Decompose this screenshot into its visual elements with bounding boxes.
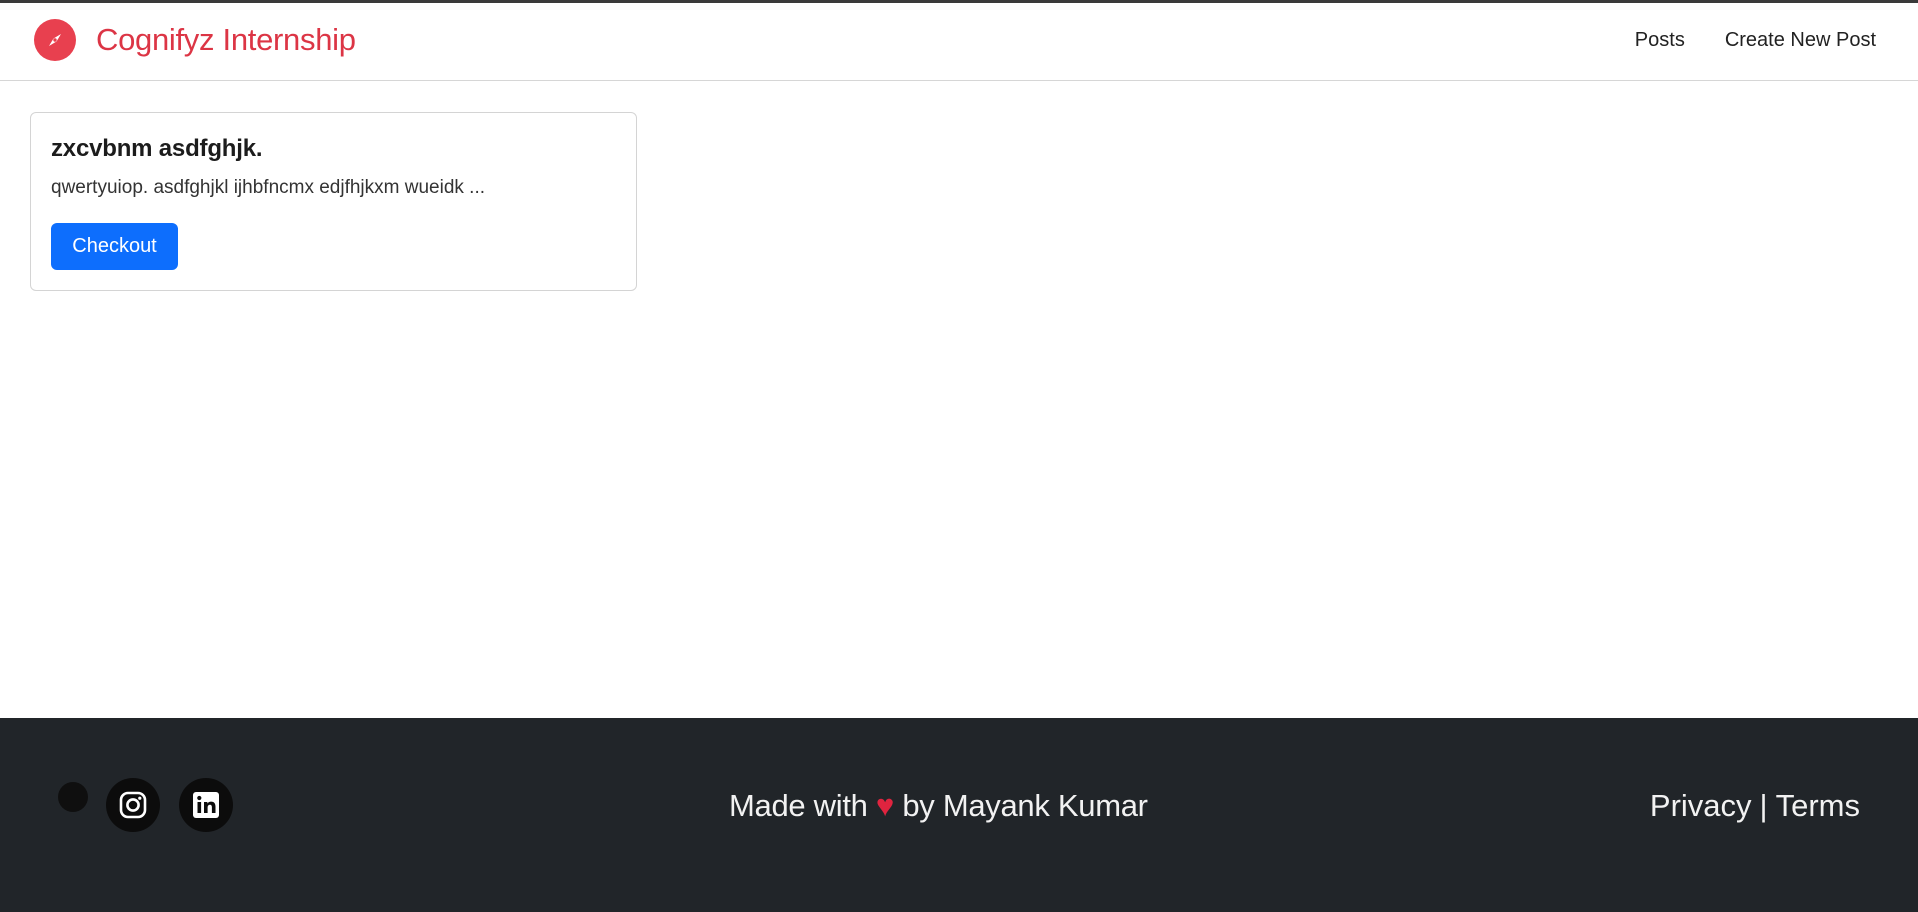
heart-icon: ♥ — [875, 788, 895, 823]
social-links — [58, 778, 233, 832]
terms-link[interactable]: Terms — [1776, 788, 1860, 823]
navbar: Cognifyz Internship Posts Create New Pos… — [0, 3, 1918, 81]
brand-link[interactable]: Cognifyz Internship — [34, 19, 356, 61]
dot-icon[interactable] — [58, 782, 88, 812]
post-card: zxcvbnm asdfghjk. qwertyuiop. asdfghjkl … — [30, 112, 637, 291]
nav-link-create-new-post[interactable]: Create New Post — [1725, 29, 1876, 52]
post-title: zxcvbnm asdfghjk. — [51, 135, 263, 162]
author-credit: by Mayank Kumar — [902, 788, 1148, 823]
page: Cognifyz Internship Posts Create New Pos… — [0, 0, 1918, 912]
legal-separator: | — [1759, 788, 1768, 823]
instagram-icon[interactable] — [106, 778, 160, 832]
legal-links: Privacy | Terms — [1650, 788, 1860, 824]
made-with-text: Made with ♥ by Mayank Kumar — [729, 788, 1148, 824]
compass-icon — [34, 19, 76, 61]
footer: Made with ♥ by Mayank Kumar Privacy | Term… — [0, 718, 1918, 912]
linkedin-icon[interactable] — [179, 778, 233, 832]
brand-name: Cognifyz Internship — [96, 22, 356, 57]
post-excerpt: qwertyuiop. asdfghjkl ijhbfncmx edjfhjkx… — [51, 177, 486, 198]
privacy-link[interactable]: Privacy — [1650, 788, 1752, 823]
nav-link-posts[interactable]: Posts — [1635, 29, 1685, 52]
nav-links: Posts Create New Post — [1635, 29, 1876, 52]
checkout-button[interactable]: Checkout — [51, 223, 178, 270]
made-with-label: Made with — [729, 788, 868, 823]
